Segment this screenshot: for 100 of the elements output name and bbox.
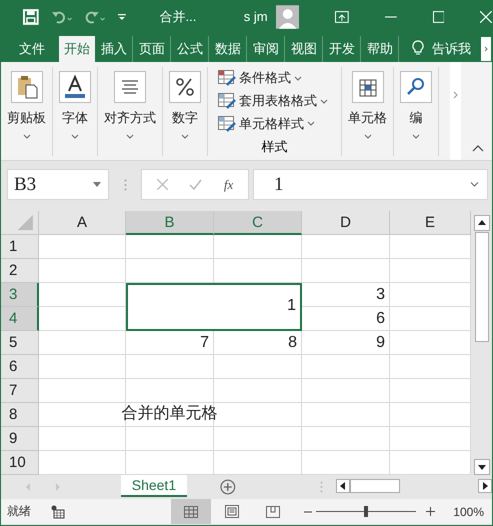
row-header[interactable]: 8 xyxy=(1,403,39,427)
ribbon-button[interactable]: 对齐方式 xyxy=(104,67,156,156)
table-cell[interactable] xyxy=(302,427,390,451)
table-cell[interactable] xyxy=(39,451,126,475)
check-icon[interactable] xyxy=(189,179,202,190)
table-cell[interactable] xyxy=(302,355,390,379)
ribbon-button[interactable]: 字体 xyxy=(59,67,91,156)
style-menu-button[interactable]: 条件格式 xyxy=(218,67,302,90)
table-cell[interactable] xyxy=(39,259,126,283)
row-header[interactable]: 7 xyxy=(1,379,39,403)
scroll-left-icon[interactable] xyxy=(336,479,350,493)
table-cell[interactable] xyxy=(390,331,471,355)
scrollbar-thumb[interactable] xyxy=(350,479,400,493)
table-cell[interactable] xyxy=(214,427,302,451)
row-header[interactable]: 4 xyxy=(1,307,39,331)
redo-icon[interactable] xyxy=(84,10,106,24)
ribbon-display-icon[interactable] xyxy=(335,10,349,22)
normal-view-button[interactable] xyxy=(171,499,212,524)
table-cell[interactable] xyxy=(39,355,126,379)
avatar-icon[interactable] xyxy=(276,4,300,28)
save-icon[interactable] xyxy=(23,8,39,24)
table-cell[interactable] xyxy=(39,283,126,307)
maximize-icon[interactable] xyxy=(432,10,444,22)
scroll-right-icon[interactable] xyxy=(478,479,492,493)
column-header[interactable]: C xyxy=(214,211,302,235)
zoom-slider[interactable] xyxy=(364,506,368,517)
macro-record-icon[interactable] xyxy=(51,504,65,518)
table-cell[interactable] xyxy=(390,355,471,379)
row-header[interactable]: 2 xyxy=(1,259,39,283)
close-icon[interactable] xyxy=(480,10,492,22)
table-cell[interactable]: 9 xyxy=(302,331,390,355)
insert-function-button[interactable]: fx xyxy=(224,176,234,192)
collapse-ribbon-icon[interactable] xyxy=(472,144,484,152)
user-name[interactable]: s jm xyxy=(244,9,268,24)
column-header[interactable]: D xyxy=(302,211,390,235)
zoom-in-icon[interactable] xyxy=(426,507,436,516)
table-cell[interactable] xyxy=(39,331,126,355)
table-cell[interactable] xyxy=(390,235,471,259)
table-cell[interactable] xyxy=(390,379,471,403)
ribbon-tab[interactable]: 开始 xyxy=(59,36,95,62)
table-cell[interactable] xyxy=(302,451,390,475)
ribbon-button[interactable]: 数字 xyxy=(169,67,201,156)
table-cell[interactable] xyxy=(214,379,302,403)
column-header[interactable]: E xyxy=(390,211,471,235)
scroll-down-icon[interactable] xyxy=(474,459,490,475)
table-cell[interactable] xyxy=(390,403,471,427)
row-header[interactable]: 3 xyxy=(1,283,39,307)
row-header[interactable]: 1 xyxy=(1,235,39,259)
table-cell[interactable] xyxy=(214,451,302,475)
name-box[interactable]: B3 xyxy=(7,169,109,200)
scroll-up-icon[interactable] xyxy=(474,215,490,231)
table-cell[interactable] xyxy=(390,283,471,307)
table-cell[interactable] xyxy=(39,307,126,331)
table-cell[interactable] xyxy=(390,259,471,283)
row-header[interactable]: 9 xyxy=(1,427,39,451)
row-header[interactable]: 5 xyxy=(1,331,39,355)
table-cell[interactable] xyxy=(126,451,214,475)
table-cell[interactable] xyxy=(214,259,302,283)
customize-icon[interactable] xyxy=(118,12,126,20)
ribbon-button[interactable]: 单元格 xyxy=(348,67,387,156)
next-sheet-icon[interactable] xyxy=(54,483,61,491)
style-menu-button[interactable]: 单元格样式 xyxy=(218,112,315,136)
zoom-level[interactable]: 100% xyxy=(453,504,484,518)
table-cell[interactable] xyxy=(302,235,390,259)
table-cell[interactable] xyxy=(390,427,471,451)
table-cell[interactable] xyxy=(390,307,471,331)
tell-me-search[interactable]: 告诉我 xyxy=(432,36,471,62)
table-cell[interactable] xyxy=(126,427,214,451)
table-cell[interactable] xyxy=(126,379,214,403)
table-cell[interactable] xyxy=(390,451,471,475)
ribbon-tab[interactable]: 文件 xyxy=(5,36,55,62)
table-cell[interactable] xyxy=(39,427,126,451)
table-cell[interactable] xyxy=(126,355,214,379)
table-cell[interactable]: 8 xyxy=(214,331,302,355)
table-cell[interactable] xyxy=(302,403,390,427)
table-cell[interactable]: 7 xyxy=(126,331,214,355)
formula-input[interactable]: 1 xyxy=(253,169,488,200)
undo-icon[interactable] xyxy=(50,10,72,24)
table-cell[interactable] xyxy=(214,355,302,379)
table-cell[interactable]: 6 xyxy=(302,307,390,331)
lightbulb-icon[interactable] xyxy=(412,40,424,56)
table-cell[interactable] xyxy=(302,259,390,283)
style-menu-button[interactable]: 套用表格格式 xyxy=(218,90,328,112)
sheet-tab[interactable]: Sheet1 xyxy=(120,475,188,497)
table-cell[interactable]: 3 xyxy=(302,283,390,307)
table-cell[interactable] xyxy=(126,235,214,259)
row-header[interactable]: 6 xyxy=(1,355,39,379)
add-sheet-icon[interactable] xyxy=(220,479,236,495)
table-cell[interactable] xyxy=(126,259,214,283)
table-cell[interactable] xyxy=(39,235,126,259)
ribbon-button[interactable]: 剪贴板 xyxy=(7,67,46,156)
row-header[interactable]: 10 xyxy=(1,451,39,475)
ribbon-button[interactable]: 编 xyxy=(400,67,432,156)
scrollbar-thumb[interactable] xyxy=(474,232,488,342)
column-header[interactable]: B xyxy=(126,211,214,235)
table-cell[interactable]: 1 xyxy=(126,283,302,331)
table-cell[interactable] xyxy=(214,235,302,259)
cancel-icon[interactable] xyxy=(156,179,168,190)
table-cell[interactable] xyxy=(302,379,390,403)
table-cell[interactable] xyxy=(39,379,126,403)
